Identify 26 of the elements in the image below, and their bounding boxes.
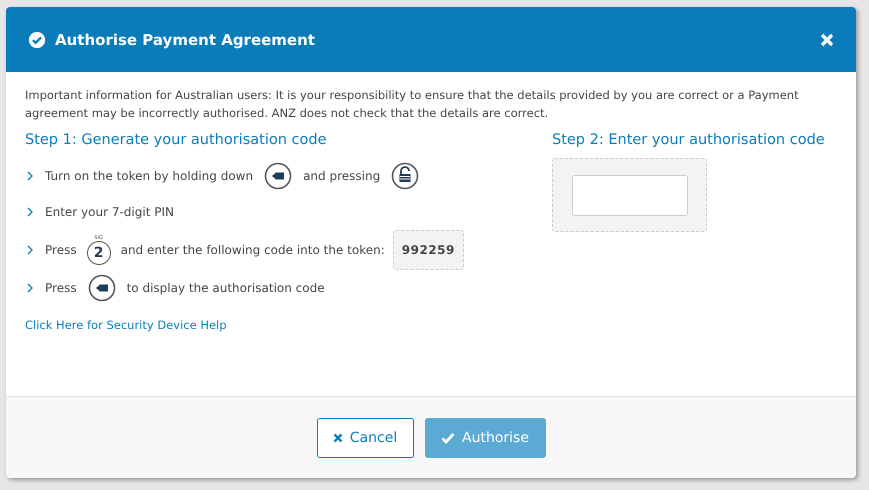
step-text: to display the authorisation code	[126, 281, 325, 295]
dialog-title: Authorise Payment Agreement	[55, 30, 316, 48]
notice-text: Important information for Australian users: It is your responsibility to ensure that the details provided by you are correct or a Payment agreement may be incorrectly authorised. ANZ does not check that the details are correct.	[25, 87, 800, 122]
chevron-icon	[27, 245, 33, 255]
back-key-icon	[264, 162, 292, 190]
help-link[interactable]: Click Here for Security Device Help	[25, 318, 227, 332]
close-button[interactable]	[820, 32, 834, 46]
chevron-icon	[27, 283, 33, 293]
cancel-button[interactable]: Cancel	[316, 418, 414, 458]
token-code: 992259	[392, 230, 464, 270]
chevron-icon	[27, 207, 33, 217]
check-circle-icon	[28, 30, 46, 48]
step-text: Press	[45, 243, 77, 257]
step-heading: Step 2: Enter your authorisation code	[552, 132, 825, 148]
close-icon	[332, 432, 343, 442]
step-text: and enter the following code into the token:	[120, 243, 385, 257]
check-icon	[441, 432, 456, 444]
step-text: Enter your 7-digit PIN	[45, 205, 174, 219]
back-key-icon	[88, 274, 116, 302]
step-heading: Step 1: Generate your authorisation code	[25, 132, 328, 148]
step-text: Turn on the token by holding down	[45, 169, 254, 183]
step-text: Press	[45, 281, 77, 295]
lock-key-icon	[391, 162, 420, 190]
authorisation-code-field[interactable]	[572, 174, 688, 216]
step-text: and pressing	[303, 169, 380, 183]
chevron-icon	[27, 171, 33, 181]
